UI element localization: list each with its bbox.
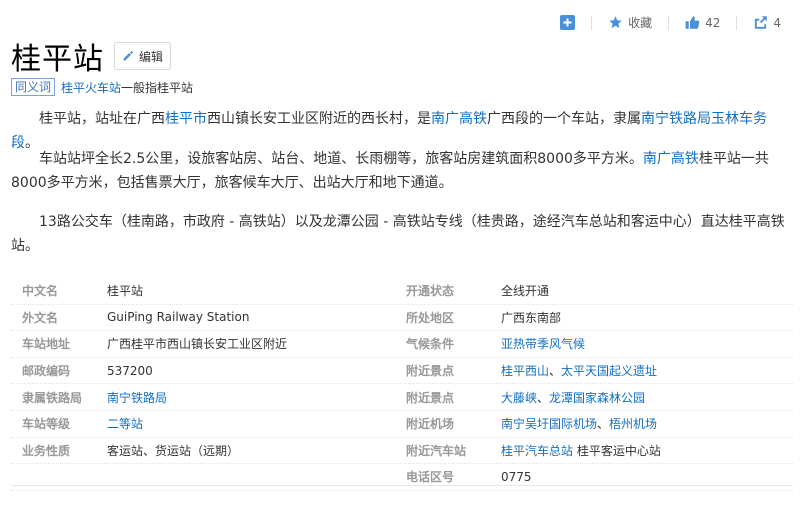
info-key: 附近汽车站 [406,443,467,458]
info-value-text: 0775 [501,469,532,484]
like-button[interactable]: 42 [685,15,720,30]
info-value-link[interactable]: 二等站 [107,415,143,432]
info-value: 桂平汽车总站 桂平客运中心站 [501,442,793,459]
info-value-text: 全线开通 [501,284,550,299]
info-key: 车站等级 [22,417,71,432]
info-value-text: 桂平客运中心站 [573,443,661,458]
info-value: 亚热带季风气候 [501,335,793,352]
info-value-link[interactable]: 亚热带季风气候 [501,335,585,352]
pencil-icon [123,51,133,61]
info-key: 附近景点 [406,390,455,405]
paragraph-3: 13路公交车（桂南路，市政府 - 高铁站）以及龙潭公园 - 高铁站专线（桂贵路，… [11,210,793,258]
info-value: 二等站 [107,415,406,432]
info-key: 所处地区 [406,310,455,325]
info-key: 开通状态 [406,284,455,299]
info-row: 电话区号 0775 [11,464,793,491]
info-value-link[interactable]: 大藤峡 [501,389,537,406]
toolbar-divider [591,15,593,30]
share-icon [755,16,768,29]
synonym-text: 桂平火车站一般指桂平站 [61,79,193,96]
info-value: 大藤峡、龙潭国家森林公园 [501,389,793,406]
info-value: 客运站、货运站（远期） [107,443,240,458]
paragraph-text: 桂平站，站址在广西 [39,111,165,127]
paragraph-text: 广西段的一个车站，隶属 [487,111,641,127]
info-row: 外文名 GuiPing Railway Station 所处地区 广西东南部 [11,305,793,332]
toolbar-divider [668,15,670,30]
paragraph-text: 车站站坪全长2.5公里，设旅客站房、站台、地道、长雨棚等，旅客站房建筑面积800… [39,151,643,167]
info-value-link[interactable]: 桂平汽车总站 [501,442,573,459]
info-value-text: 、 [537,390,550,405]
info-value: 0775 [501,470,793,484]
synonym-tag[interactable]: 同义词 [11,78,56,96]
page-title: 桂平站 [11,42,104,77]
basic-info-table: 中文名 桂平站 开通状态 全线开通外文名 GuiPing Railway Station… [11,278,793,491]
info-value: 广西东南部 [501,309,793,326]
info-key: 附近机场 [406,417,455,432]
info-value-link[interactable]: 桂平西山 [501,362,549,379]
info-value: 537200 [107,363,153,378]
toolbar: 收藏 42 4 [544,14,781,31]
info-row: 车站等级 二等站 附近机场 南宁吴圩国际机场、梧州机场 [11,411,793,438]
link-nanning-railway-bureau[interactable]: 南宁铁路局 [641,111,711,127]
info-value-link[interactable]: 梧州机场 [609,415,657,432]
link-guiping-city[interactable]: 桂平市 [165,111,207,127]
title-row: 桂平站 编辑 [11,34,172,78]
thumbs-up-icon [685,16,700,29]
info-value: 南宁铁路局 [107,389,406,406]
table-bottom-divider [11,485,793,486]
info-key: 中文名 [22,284,59,299]
synonym-link[interactable]: 桂平火车站 [61,81,121,95]
info-row: 车站地址 广西桂平市西山镇长安工业区附近 气候条件 亚热带季风气候 [11,331,793,358]
collect-label: 收藏 [628,16,653,30]
edit-label: 编辑 [139,49,164,64]
paragraph-text: 西山镇长安工业区附近的西长村，是 [207,111,431,127]
info-value: 桂平西山、太平天国起义遗址 [501,362,793,379]
paragraph-text: 13路公交车（桂南路，市政府 - 高铁站）以及龙潭公园 - 高铁站专线（桂贵路，… [11,214,785,254]
info-value-text: 、 [597,417,610,432]
toolbar-divider [736,15,738,30]
info-key: 邮政编码 [22,364,71,379]
info-value: 全线开通 [501,282,793,299]
add-button[interactable] [560,15,576,30]
info-key: 车站地址 [22,337,71,352]
info-value-link[interactable]: 南宁吴圩国际机场 [501,415,597,432]
info-value: GuiPing Railway Station [107,310,250,325]
info-row: 业务性质 客运站、货运站（远期） 附近汽车站 桂平汽车总站 桂平客运中心站 [11,438,793,465]
info-key: 业务性质 [22,443,71,458]
info-value: 广西桂平市西山镇长安工业区附近 [107,337,288,352]
link-nanguang-hsr[interactable]: 南广高铁 [643,151,699,167]
info-value: 南宁吴圩国际机场、梧州机场 [501,415,793,432]
info-value-link[interactable]: 南宁铁路局 [107,389,167,406]
link-nanguang-hsr[interactable]: 南广高铁 [431,111,487,127]
info-value-text: 广西东南部 [501,310,562,325]
info-row: 中文名 桂平站 开通状态 全线开通 [11,278,793,305]
info-value-text: 、 [549,364,562,379]
info-value-link[interactable]: 太平天国起义遗址 [561,362,657,379]
share-count: 4 [773,15,781,30]
info-key: 外文名 [22,310,59,325]
collect-button[interactable]: 收藏 [608,14,652,31]
info-key: 电话区号 [406,470,455,485]
info-key: 隶属铁路局 [22,390,83,405]
info-value: 桂平站 [107,284,144,299]
star-icon [609,16,622,29]
info-row: 邮政编码 537200 附近景点 桂平西山、太平天国起义遗址 [11,358,793,385]
plus-icon [560,15,576,30]
synonym-suffix: 一般指桂平站 [121,80,194,95]
info-key: 附近景点 [406,364,455,379]
info-key: 气候条件 [406,337,455,352]
edit-button[interactable]: 编辑 [114,42,172,70]
like-count: 42 [705,15,721,30]
share-button[interactable]: 4 [753,15,781,30]
info-value-link[interactable]: 龙潭国家森林公园 [549,389,645,406]
paragraph-2: 车站站坪全长2.5公里，设旅客站房、站台、地道、长雨棚等，旅客站房建筑面积800… [11,147,793,195]
synonym-row: 同义词 桂平火车站一般指桂平站 [11,78,193,96]
info-row: 隶属铁路局 南宁铁路局 附近景点 大藤峡、龙潭国家森林公园 [11,384,793,411]
